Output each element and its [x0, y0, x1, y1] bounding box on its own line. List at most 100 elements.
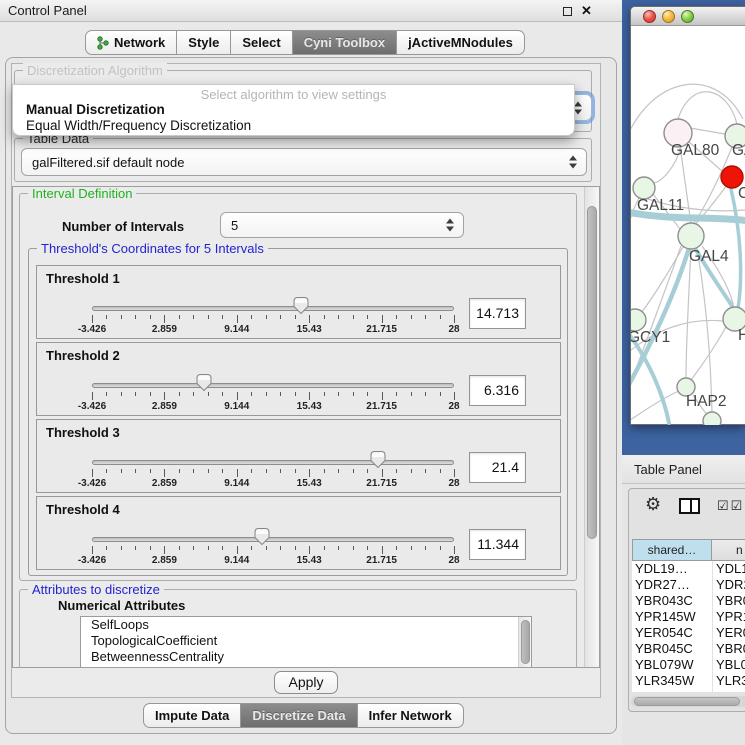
numerical-attribute-item[interactable]: BetweennessCentrality: [81, 649, 531, 665]
scrollbar-thumb[interactable]: [521, 620, 530, 664]
column-header-name[interactable]: n: [712, 539, 745, 561]
slider-tick: [266, 469, 267, 473]
slider-tick: [92, 392, 93, 400]
threshold-slider-thumb[interactable]: [292, 296, 310, 315]
table-row[interactable]: YDR27… YDR27…: [632, 577, 745, 593]
slider-tick: [353, 392, 354, 396]
table-cell-shared-name[interactable]: YBR045C: [632, 641, 712, 657]
table-cell-name[interactable]: YIL052C: [712, 689, 745, 692]
threshold-value-field[interactable]: 21.4: [469, 452, 526, 483]
table-horizontal-scrollbar[interactable]: [631, 696, 745, 707]
settings-gear-icon[interactable]: ⚙: [645, 494, 661, 515]
threshold-slider-track[interactable]: [92, 460, 454, 465]
close-traffic-light[interactable]: [643, 10, 656, 23]
table-cell-shared-name[interactable]: YIL052C: [632, 689, 712, 692]
network-node-label: C: [738, 185, 745, 202]
table-cell-name[interactable]: YER054C: [712, 625, 745, 641]
table-row[interactable]: YBR043C YBR043C: [632, 593, 745, 609]
tab-style[interactable]: Style: [177, 30, 231, 55]
slider-scale-label: -3.426: [78, 555, 106, 566]
slider-tick: [309, 546, 310, 554]
number-of-intervals-combobox[interactable]: 5: [220, 212, 464, 238]
table-cell-shared-name[interactable]: YER054C: [632, 625, 712, 641]
table-cell-shared-name[interactable]: YDR27…: [632, 577, 712, 593]
threshold-value-field[interactable]: 11.344: [469, 529, 526, 560]
table-data-combobox[interactable]: galFiltered.sif default node: [21, 148, 587, 176]
network-window-titlebar[interactable]: [631, 7, 745, 26]
table-row[interactable]: YDL19… YDL19…: [632, 561, 745, 577]
slider-tick: [309, 392, 310, 400]
interval-definition-group-title: Interval Definition: [28, 186, 136, 201]
tab-network[interactable]: Network: [85, 30, 177, 55]
slider-tick: [266, 315, 267, 319]
threshold-slider-track[interactable]: [92, 306, 454, 311]
table-row[interactable]: YBL079W YBL079W: [632, 657, 745, 673]
network-node[interactable]: [633, 177, 655, 199]
tab-select[interactable]: Select: [231, 30, 292, 55]
tab-cyni-toolbox[interactable]: Cyni Toolbox: [293, 30, 397, 55]
network-node[interactable]: [678, 223, 704, 249]
table-cell-name[interactable]: YBL079W: [712, 657, 745, 673]
dropdown-item-manual-discretization[interactable]: Manual Discretization: [26, 102, 165, 117]
table-cell-name[interactable]: YDL19…: [712, 561, 745, 577]
network-edge: [691, 327, 726, 380]
slider-tick: [367, 315, 368, 319]
tab-discretize-data[interactable]: Discretize Data: [241, 703, 357, 728]
threshold-label: Threshold 4: [46, 502, 120, 517]
network-canvas[interactable]: GAL80GACGAL11GAL4GCY1HHAP2: [631, 27, 745, 425]
dropdown-item-equal-width-frequency[interactable]: Equal Width/Frequency Discretization: [26, 118, 251, 133]
scrollbar-thumb[interactable]: [587, 206, 597, 539]
column-checkbox-icons[interactable]: ☑☑: [717, 498, 744, 514]
apply-button[interactable]: Apply: [274, 671, 338, 694]
network-node[interactable]: [703, 412, 721, 425]
algorithm-dropdown-popup: Select algorithm to view settings Manual…: [12, 84, 575, 136]
settings-vertical-scrollbar[interactable]: [584, 187, 599, 667]
table-cell-name[interactable]: YBR043C: [712, 593, 745, 609]
tab-impute-data[interactable]: Impute Data: [143, 703, 241, 728]
threshold-slider-track[interactable]: [92, 383, 454, 388]
table-cell-shared-name[interactable]: YBR043C: [632, 593, 712, 609]
tab-jactivemnodules[interactable]: jActiveMNodules: [397, 30, 525, 55]
attributes-list-scrollbar[interactable]: [518, 617, 531, 668]
slider-tick: [222, 469, 223, 473]
table-cell-shared-name[interactable]: YDL19…: [632, 561, 712, 577]
threshold-slider-thumb[interactable]: [253, 527, 271, 546]
network-node[interactable]: [631, 309, 646, 331]
column-header-shared-name[interactable]: shared…: [632, 539, 712, 561]
threshold-slider-track[interactable]: [92, 537, 454, 542]
table-row[interactable]: YPR145W YPR145W: [632, 609, 745, 625]
table-cell-name[interactable]: YLR345W: [712, 673, 745, 689]
table-cell-name[interactable]: YBR045C: [712, 641, 745, 657]
table-cell-shared-name[interactable]: YLR345W: [632, 673, 712, 689]
threshold-value-field[interactable]: 14.713: [469, 298, 526, 329]
threshold-slider-thumb[interactable]: [195, 373, 213, 392]
minimize-traffic-light[interactable]: [662, 10, 675, 23]
table-row[interactable]: YLR345W YLR345W: [632, 673, 745, 689]
network-edge: [690, 128, 725, 134]
table-row[interactable]: YBR045C YBR045C: [632, 641, 745, 657]
table-row[interactable]: YIL052C YIL052C: [632, 689, 745, 692]
slider-tick: [164, 546, 165, 554]
slider-tick: [280, 315, 281, 319]
table-cell-name[interactable]: YPR145W: [712, 609, 745, 625]
zoom-traffic-light[interactable]: [681, 10, 694, 23]
float-panel-icon[interactable]: [563, 7, 572, 16]
numerical-attribute-item[interactable]: TopologicalCoefficient: [81, 633, 531, 649]
scrollbar-thumb[interactable]: [634, 697, 740, 706]
numerical-attributes-list[interactable]: SelfLoops TopologicalCoefficient Between…: [80, 616, 532, 668]
split-columns-icon[interactable]: [679, 498, 700, 514]
slider-tick: [150, 469, 151, 473]
threshold-slider-thumb[interactable]: [369, 450, 387, 469]
table-cell-name[interactable]: YDR27…: [712, 577, 745, 593]
slider-tick: [92, 469, 93, 477]
numerical-attribute-item[interactable]: SelfLoops: [81, 617, 531, 633]
slider-tick: [353, 469, 354, 473]
threshold-value-field[interactable]: 6.316: [469, 375, 526, 406]
table-row[interactable]: YER054C YER054C: [632, 625, 745, 641]
table-cell-shared-name[interactable]: YPR145W: [632, 609, 712, 625]
threshold-panel: Threshold 2 6.316 -3.4262.8599.14415.432…: [36, 342, 561, 416]
tab-infer-network[interactable]: Infer Network: [358, 703, 464, 728]
table-cell-shared-name[interactable]: YBL079W: [632, 657, 712, 673]
close-panel-icon[interactable]: ✕: [581, 1, 592, 21]
table-rows: YDL19… YDL19… YDR27… YDR27… YBR043C YBR0…: [632, 561, 745, 692]
